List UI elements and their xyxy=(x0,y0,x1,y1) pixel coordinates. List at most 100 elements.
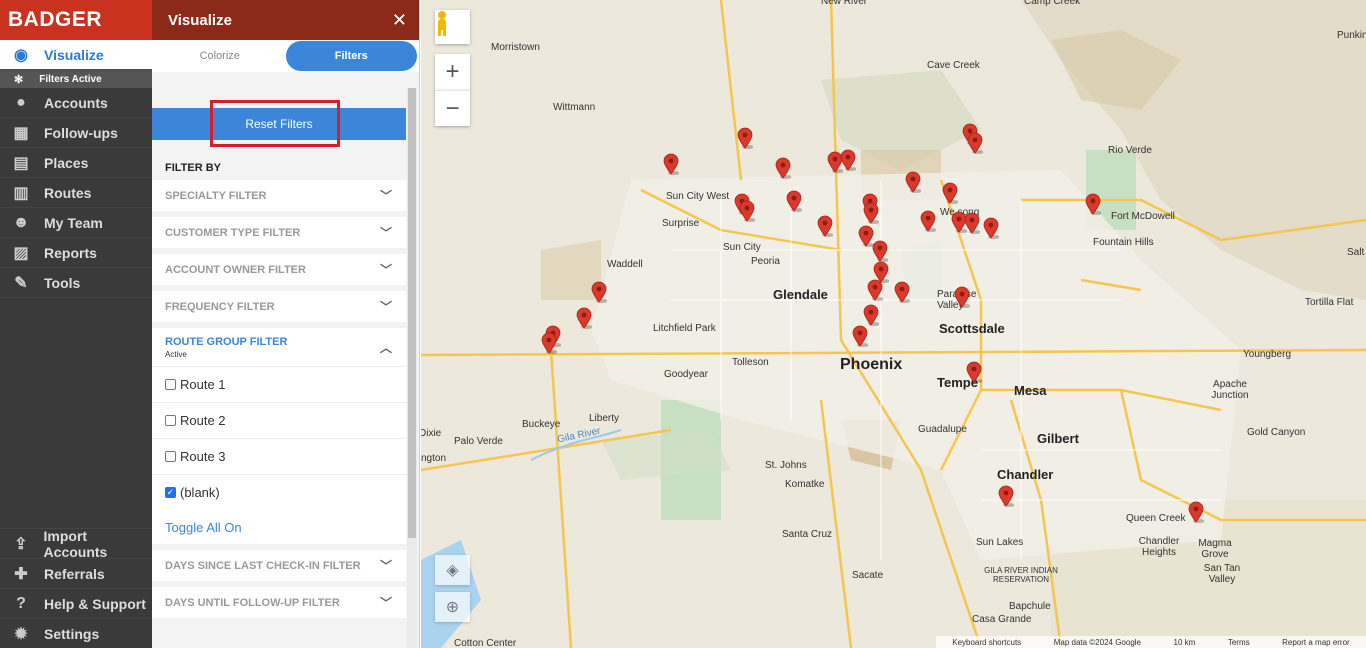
map-label-litchfield: Litchfield Park xyxy=(653,323,716,334)
account-marker-icon[interactable] xyxy=(739,200,755,222)
tab-colorize[interactable]: Colorize xyxy=(154,41,286,71)
filter-customer-type-filter[interactable]: CUSTOMER TYPE FILTER ﹀ xyxy=(152,217,406,248)
account-marker-icon[interactable] xyxy=(863,202,879,224)
account-marker-icon[interactable] xyxy=(775,157,791,179)
account-marker-icon[interactable] xyxy=(966,361,982,383)
sidebar-item-label: Visualize xyxy=(44,46,104,63)
map-label-waddell: Waddell xyxy=(607,259,643,270)
account-marker-icon[interactable] xyxy=(576,307,592,329)
account-marker-icon[interactable] xyxy=(867,279,883,301)
badger-logo[interactable]: BADGER xyxy=(8,8,102,32)
filter-title: DAYS SINCE LAST CHECK-IN FILTER xyxy=(165,559,361,572)
map-label-rio-verde: Rio Verde xyxy=(1108,145,1152,156)
street-view-pegman-icon[interactable] xyxy=(435,10,470,44)
zoom-in-button[interactable]: + xyxy=(435,54,470,90)
map-view[interactable]: New River Camp Creek Morristown Punkin Cave … xyxy=(421,0,1366,648)
map-label-new-river: New River xyxy=(821,0,868,7)
map-label-guadalupe: Guadalupe xyxy=(918,424,967,435)
account-marker-icon[interactable] xyxy=(1188,501,1204,523)
account-marker-icon[interactable] xyxy=(942,182,958,204)
filter-account-owner-filter[interactable]: ACCOUNT OWNER FILTER ﹀ xyxy=(152,254,406,285)
zoom-out-button[interactable]: − xyxy=(435,90,470,126)
account-marker-icon[interactable] xyxy=(954,286,970,308)
sidebar-item-follow-ups[interactable]: ▦ Follow-ups xyxy=(0,118,152,148)
account-marker-icon[interactable] xyxy=(852,325,868,347)
map-label-tortilla-flat: Tortilla Flat xyxy=(1305,297,1354,308)
keyboard-shortcuts-link[interactable]: Keyboard shortcuts xyxy=(952,638,1021,647)
panel-title: Visualize xyxy=(168,11,232,29)
account-marker-icon[interactable] xyxy=(998,485,1014,507)
account-marker-icon[interactable] xyxy=(817,215,833,237)
terms-link[interactable]: Terms xyxy=(1228,638,1250,647)
account-marker-icon[interactable] xyxy=(905,171,921,193)
upload-icon: ⇪ xyxy=(14,535,28,553)
map-label-st-johns: St. Johns xyxy=(765,460,807,471)
account-marker-icon[interactable] xyxy=(863,304,879,326)
map-label-phoenix: Phoenix xyxy=(840,356,903,373)
checkbox[interactable] xyxy=(165,451,176,462)
map-label-goodyear: Goodyear xyxy=(664,369,708,380)
map-label-liberty: Liberty xyxy=(589,413,620,424)
route-option[interactable]: ✓ (blank) xyxy=(152,474,406,510)
sidebar-item-settings[interactable]: ✹ Settings xyxy=(0,618,152,648)
filter-days-until-follow-up-filter[interactable]: DAYS UNTIL FOLLOW-UP FILTER ﹀ xyxy=(152,587,406,618)
sidebar-item-label: Settings xyxy=(44,625,100,642)
panel-scrollbar[interactable] xyxy=(407,88,417,648)
filter-frequency-filter[interactable]: FREQUENCY FILTER ﹀ xyxy=(152,291,406,322)
toggle-all-link[interactable]: Toggle All On xyxy=(152,510,406,544)
sidebar-item-help-support[interactable]: ? Help & Support xyxy=(0,588,152,618)
map-label-camp-creek: Camp Creek xyxy=(1024,0,1081,7)
sidebar-item-import-accounts[interactable]: ⇪ Import Accounts xyxy=(0,528,152,560)
map-label-salt: Salt xyxy=(1347,247,1365,258)
account-marker-icon[interactable] xyxy=(983,217,999,239)
sidebar-item-referrals[interactable]: ✚ Referrals xyxy=(0,558,152,588)
map-label-sacate: Sacate xyxy=(852,570,884,581)
map-footer: Keyboard shortcuts Map data ©2024 Google… xyxy=(936,636,1366,648)
route-option[interactable]: Route 2 xyxy=(152,402,406,438)
sidebar-item-label: Reports xyxy=(44,244,97,261)
sidebar-item-label: Referrals xyxy=(44,565,105,582)
account-marker-icon[interactable] xyxy=(872,240,888,262)
account-marker-icon[interactable] xyxy=(591,281,607,303)
sidebar-item-places[interactable]: ▤ Places xyxy=(0,148,152,178)
report-error-link[interactable]: Report a map error xyxy=(1282,638,1350,647)
sidebar-item-reports[interactable]: ▨ Reports xyxy=(0,238,152,268)
sidebar-item-my-team[interactable]: ☻ My Team xyxy=(0,208,152,238)
sidebar-item-accounts[interactable]: ● Accounts xyxy=(0,88,152,118)
route-group-title: ROUTE GROUP FILTER xyxy=(165,335,288,348)
scroll-thumb[interactable] xyxy=(408,88,416,538)
my-location-icon[interactable]: ⊕ xyxy=(435,592,470,622)
chevron-up-icon: ︿ xyxy=(379,340,392,355)
sidebar-item-visualize[interactable]: ◉ Visualize xyxy=(0,40,152,70)
route-group-filter[interactable]: ROUTE GROUP FILTER Active ︿ xyxy=(152,328,406,366)
tab-filters[interactable]: Filters xyxy=(285,41,417,71)
close-icon[interactable]: ✕ xyxy=(392,10,407,31)
map-label-sun-city: Sun City xyxy=(723,242,761,253)
route-option[interactable]: Route 3 xyxy=(152,438,406,474)
map-label-gila-res: GILA RIVER INDIAN RESERVATION xyxy=(984,566,1058,584)
reset-filters-button[interactable]: Reset Filters xyxy=(245,117,312,131)
team-icon: ☻ xyxy=(12,213,30,231)
account-marker-icon[interactable] xyxy=(964,212,980,234)
account-marker-icon[interactable] xyxy=(1085,193,1101,215)
filter-specialty-filter[interactable]: SPECIALTY FILTER ﹀ xyxy=(152,180,406,211)
sidebar-item-routes[interactable]: ▥ Routes xyxy=(0,178,152,208)
map-label-scottsdale: Scottsdale xyxy=(939,321,1005,336)
checkbox[interactable] xyxy=(165,415,176,426)
filter-days-since-last-check-in-filter[interactable]: DAYS SINCE LAST CHECK-IN FILTER ﹀ xyxy=(152,550,406,581)
account-marker-icon[interactable] xyxy=(920,210,936,232)
account-marker-icon[interactable] xyxy=(541,332,557,354)
checkbox[interactable]: ✓ xyxy=(165,487,176,498)
account-marker-icon[interactable] xyxy=(840,149,856,171)
account-marker-icon[interactable] xyxy=(737,127,753,149)
account-marker-icon[interactable] xyxy=(967,132,983,154)
account-marker-icon[interactable] xyxy=(894,281,910,303)
sidebar-item-label: Accounts xyxy=(44,94,108,111)
sidebar-item-tools[interactable]: ✎ Tools xyxy=(0,268,152,298)
account-marker-icon[interactable] xyxy=(663,153,679,175)
route-option[interactable]: Route 1 xyxy=(152,366,406,402)
store-icon: ▤ xyxy=(13,154,29,172)
account-marker-icon[interactable] xyxy=(786,190,802,212)
layers-icon[interactable]: ◈ xyxy=(435,555,470,585)
checkbox[interactable] xyxy=(165,379,176,390)
